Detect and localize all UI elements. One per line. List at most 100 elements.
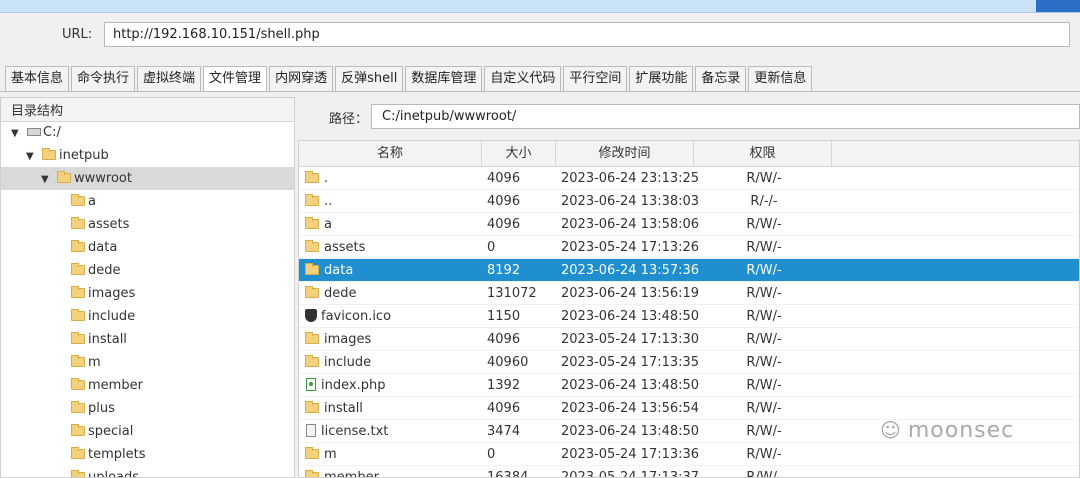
tab-11[interactable]: 更新信息 — [748, 66, 813, 91]
expand-arrow-icon[interactable]: ▼ — [26, 145, 42, 168]
tree-item[interactable]: install — [1, 328, 294, 351]
file-row[interactable]: member 16384 2023-05-24 17:13:37 R/W/- — [299, 466, 1079, 478]
folder-icon — [305, 240, 319, 252]
file-modified: 2023-05-24 17:13:36 — [561, 447, 700, 462]
column-header-name[interactable]: 名称 — [299, 141, 482, 166]
tab-10[interactable]: 备忘录 — [695, 66, 747, 91]
folder-icon — [71, 332, 85, 344]
file-row[interactable]: .. 4096 2023-06-24 13:38:03 R/-/- — [299, 190, 1079, 213]
watermark-text: moonsec — [907, 418, 1015, 443]
directory-tree-panel: 目录结构 ▼ C:/▼ inetpub ▼ wwwroot a assets data dede… — [0, 97, 295, 478]
file-name-cell: images — [304, 328, 371, 351]
file-permissions: R/W/- — [746, 240, 782, 255]
folder-icon — [305, 217, 319, 229]
file-row[interactable]: favicon.ico 1150 2023-06-24 13:48:50 R/W/- — [299, 305, 1079, 328]
file-permissions: R/W/- — [746, 332, 782, 347]
column-header-permissions[interactable]: 权限 — [694, 141, 832, 166]
tab-5[interactable]: 反弹shell — [335, 66, 404, 91]
window-control-button[interactable] — [1036, 0, 1080, 12]
file-size: 1392 — [487, 378, 521, 393]
text-file-icon — [306, 424, 316, 437]
file-row[interactable]: dede 131072 2023-06-24 13:56:19 R/W/- — [299, 282, 1079, 305]
path-label: 路径： — [329, 112, 369, 127]
tree-item-label: data — [88, 240, 118, 255]
php-file-icon — [306, 378, 316, 391]
file-modified: 2023-06-24 13:56:19 — [561, 286, 700, 301]
file-name: .. — [324, 194, 333, 209]
tree-item[interactable]: uploads — [1, 466, 294, 478]
expand-arrow-icon[interactable]: ▼ — [41, 168, 57, 191]
tree-item[interactable]: ▼ wwwroot — [1, 167, 294, 190]
folder-icon — [305, 286, 319, 298]
tab-6[interactable]: 数据库管理 — [405, 66, 483, 91]
file-row[interactable]: install 4096 2023-06-24 13:56:54 R/W/- — [299, 397, 1079, 420]
file-name-cell: member — [304, 466, 379, 477]
expand-arrow-icon[interactable]: ▼ — [11, 122, 27, 145]
file-name: dede — [324, 286, 357, 301]
tab-9[interactable]: 扩展功能 — [629, 66, 694, 91]
tree-item[interactable]: special — [1, 420, 294, 443]
file-modified: 2023-06-24 13:48:50 — [561, 424, 700, 439]
file-row[interactable]: assets 0 2023-05-24 17:13:26 R/W/- — [299, 236, 1079, 259]
file-size: 4096 — [487, 401, 521, 416]
tab-7[interactable]: 自定义代码 — [484, 66, 562, 91]
tree-item-label: uploads — [88, 470, 140, 478]
file-modified: 2023-06-24 13:57:36 — [561, 263, 700, 278]
file-row[interactable]: include 40960 2023-05-24 17:13:35 R/W/- — [299, 351, 1079, 374]
file-name: index.php — [321, 378, 386, 393]
tree-item[interactable]: ▼ C:/ — [1, 121, 294, 144]
tree-item[interactable]: data — [1, 236, 294, 259]
tab-2[interactable]: 虚拟终端 — [137, 66, 202, 91]
folder-icon — [71, 447, 85, 459]
tree-item-label: member — [88, 378, 143, 393]
tree-item[interactable]: a — [1, 190, 294, 213]
file-permissions: R/W/- — [746, 217, 782, 232]
tree-item-label: dede — [88, 263, 121, 278]
file-row[interactable]: . 4096 2023-06-24 23:13:25 R/W/- — [299, 167, 1079, 190]
file-size: 4096 — [487, 217, 521, 232]
tree-item[interactable]: member — [1, 374, 294, 397]
tree-item[interactable]: images — [1, 282, 294, 305]
file-modified: 2023-05-24 17:13:35 — [561, 355, 700, 370]
tree-item-label: install — [88, 332, 127, 347]
tree-item[interactable]: dede — [1, 259, 294, 282]
file-row[interactable]: images 4096 2023-05-24 17:13:30 R/W/- — [299, 328, 1079, 351]
file-modified: 2023-06-24 13:48:50 — [561, 309, 700, 324]
file-row[interactable]: m 0 2023-05-24 17:13:36 R/W/- — [299, 443, 1079, 466]
tab-3[interactable]: 文件管理 — [203, 66, 268, 92]
file-size: 0 — [487, 447, 496, 462]
file-row[interactable]: index.php 1392 2023-06-24 13:48:50 R/W/- — [299, 374, 1079, 397]
file-name: favicon.ico — [321, 309, 392, 324]
file-permissions: R/W/- — [746, 355, 782, 370]
file-permissions: R/W/- — [746, 470, 782, 478]
file-size: 4096 — [487, 171, 521, 186]
tab-8[interactable]: 平行空间 — [563, 66, 628, 91]
file-row[interactable]: data 8192 2023-06-24 13:57:36 R/W/- — [299, 259, 1079, 282]
file-size: 131072 — [487, 286, 537, 301]
tree-item[interactable]: ▼ inetpub — [1, 144, 294, 167]
url-input[interactable]: http://192.168.10.151/shell.php — [104, 22, 1070, 47]
tree-item[interactable]: include — [1, 305, 294, 328]
column-header-size[interactable]: 大小 — [482, 141, 556, 166]
file-name: images — [324, 332, 372, 347]
tab-bar: 基本信息 命令执行 虚拟终端 文件管理 内网穿透 反弹shell 数据库管理 自定义代码 平行空… — [5, 66, 814, 92]
wechat-icon: ☺ — [880, 418, 902, 442]
file-modified: 2023-06-24 13:48:50 — [561, 378, 700, 393]
file-name-cell: dede — [304, 282, 357, 305]
path-input[interactable]: C:/inetpub/wwwroot/ — [371, 104, 1080, 129]
file-name-cell: assets — [304, 236, 365, 259]
column-header-modified[interactable]: 修改时间 — [556, 141, 694, 166]
tree-item[interactable]: assets — [1, 213, 294, 236]
tab-4[interactable]: 内网穿透 — [269, 66, 334, 91]
file-name: license.txt — [321, 424, 389, 439]
tree-item-label: special — [88, 424, 134, 439]
tree-item[interactable]: templets — [1, 443, 294, 466]
file-row[interactable]: a 4096 2023-06-24 13:58:06 R/W/- — [299, 213, 1079, 236]
tab-0[interactable]: 基本信息 — [5, 66, 70, 91]
tab-1[interactable]: 命令执行 — [71, 66, 136, 91]
file-size: 0 — [487, 240, 496, 255]
tree-item[interactable]: m — [1, 351, 294, 374]
tree-item[interactable]: plus — [1, 397, 294, 420]
file-name-cell: a — [304, 213, 332, 236]
file-modified: 2023-05-24 17:13:26 — [561, 240, 700, 255]
